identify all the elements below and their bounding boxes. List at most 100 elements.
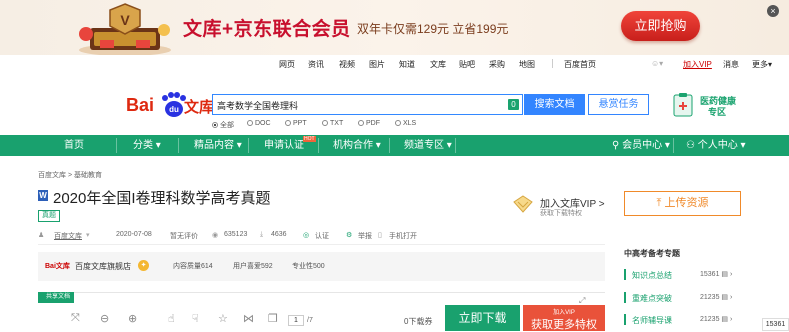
- document-title: 2020年全国I卷理科数学高考真题: [53, 190, 271, 207]
- filter-all[interactable]: 全部: [212, 120, 234, 130]
- radio-icon: [247, 120, 253, 126]
- radio-icon: [212, 122, 218, 128]
- sidebar-item-count: 21235 ▤ ›: [700, 316, 733, 323]
- verified-icon: ◎: [303, 232, 310, 239]
- search-input[interactable]: 高考数学全国卷理科 0: [212, 94, 523, 115]
- fullscreen-icon[interactable]: ⤧: [71, 312, 80, 325]
- sidebar-item-difficulty[interactable]: 重难点突破 21235 ▤ ›: [624, 288, 741, 307]
- nav-link-news[interactable]: 资讯: [308, 59, 324, 70]
- copy-icon[interactable]: ❐: [268, 312, 278, 325]
- join-vip-link[interactable]: 加入VIP: [683, 59, 712, 70]
- dislike-icon[interactable]: ☟: [192, 312, 199, 325]
- sidebar-item-count: 15361 ▤ ›: [700, 271, 733, 278]
- dropdown-icon[interactable]: ▾: [86, 231, 90, 239]
- breadcrumb[interactable]: 百度文库 > 基础教育: [38, 170, 102, 180]
- hot-badge: HOT: [303, 136, 316, 142]
- medal-icon: ✦: [138, 260, 149, 271]
- filter-ppt[interactable]: PPT: [285, 120, 307, 127]
- personal-center[interactable]: ⚇ 个人中心 ▾: [686, 135, 746, 156]
- nav-divider: [455, 138, 456, 153]
- upload-resource-button[interactable]: ⤒ 上传资源: [624, 191, 741, 216]
- nav-divider: [552, 59, 553, 68]
- nav-link-tieba[interactable]: 贴吧: [459, 59, 475, 70]
- view-count: 635123: [224, 231, 248, 238]
- floating-count: 15361: [762, 318, 789, 331]
- sidebar-item-label: 知识点总结: [632, 271, 672, 280]
- zoom-in-icon[interactable]: ⊕: [128, 312, 137, 325]
- health-zone-link[interactable]: 医药健康 专区: [670, 92, 750, 118]
- filter-xls[interactable]: XLS: [395, 120, 416, 127]
- reward-task-button[interactable]: 悬赏任务: [588, 94, 649, 115]
- zoom-out-icon[interactable]: ⊖: [100, 312, 109, 325]
- user-icon[interactable]: ☺▾: [651, 59, 663, 68]
- nav-link-video[interactable]: 视频: [339, 59, 355, 70]
- sidebar-item-count: 21235 ▤ ›: [700, 294, 733, 301]
- sidebar-item-tutoring[interactable]: 名师辅导课 21235 ▤ ›: [624, 310, 741, 329]
- shop-logo: Bai文库: [45, 263, 70, 270]
- nav-link-zhidao[interactable]: 知道: [399, 59, 415, 70]
- nav-premium[interactable]: 精品内容 ▾: [194, 135, 242, 156]
- radio-icon: [358, 120, 364, 126]
- accent-bar: [624, 269, 626, 280]
- nav-institution[interactable]: 机构合作 ▾: [333, 135, 381, 156]
- logo-wenku: 文库: [184, 98, 214, 116]
- filter-pdf[interactable]: PDF: [358, 120, 380, 127]
- nav-link-map[interactable]: 地图: [519, 59, 535, 70]
- nav-link-wenku[interactable]: 文库: [430, 59, 446, 70]
- search-count-badge: 0: [508, 99, 519, 110]
- nav-divider: [318, 138, 319, 153]
- shop-info-bar: Bai文库 百度文库旗舰店 ✦ 内容质量614 用户喜爱592 专业性500: [38, 252, 605, 281]
- nav-home[interactable]: 首页: [64, 135, 84, 156]
- nav-link-purchase[interactable]: 采购: [489, 59, 505, 70]
- top-nav: 网页 资讯 视频 图片 知道 文库 贴吧 采购 地图 百度首页 ☺▾ 加入VIP…: [0, 55, 789, 71]
- radio-icon: [285, 120, 291, 126]
- vip-subtitle: 获取下载特权: [540, 210, 582, 217]
- pin-icon: ⚲: [612, 140, 620, 151]
- mobile-open-link[interactable]: 手机打开: [389, 231, 417, 241]
- search-query: 高考数学全国卷理科: [217, 101, 299, 111]
- buy-now-button[interactable]: 立即抢购: [621, 11, 700, 41]
- report-link[interactable]: 举报: [358, 231, 372, 241]
- verified-label: 认证: [315, 233, 329, 240]
- radio-icon: [322, 120, 328, 126]
- filter-doc[interactable]: DOC: [247, 120, 271, 127]
- accent-bar: [624, 292, 626, 303]
- nav-category[interactable]: 分类 ▾: [133, 135, 161, 156]
- member-center[interactable]: ⚲ 会员中心 ▾: [612, 135, 670, 156]
- upload-icon: ⤒: [656, 197, 662, 209]
- nav-link-image[interactable]: 图片: [369, 59, 385, 70]
- close-icon[interactable]: ×: [767, 5, 779, 17]
- person-icon: ⚇: [686, 140, 695, 151]
- filter-txt[interactable]: TXT: [322, 120, 343, 127]
- nav-divider: [248, 138, 249, 153]
- search-button[interactable]: 搜索文档: [524, 94, 585, 115]
- svg-text:V: V: [120, 12, 130, 28]
- banner-subtitle: 双年卡仅需129元 立省199元: [357, 22, 509, 36]
- uploader-link[interactable]: 百度文库: [54, 231, 82, 241]
- vip-rights-button[interactable]: 加入VIP 获取更多特权: [523, 305, 605, 331]
- sidebar-item-knowledge[interactable]: 知识点总结 15361 ▤ ›: [624, 265, 741, 284]
- uploader-avatar-icon: ♟: [38, 232, 45, 239]
- content-quality: 内容质量614: [173, 263, 213, 270]
- nav-link-homepage[interactable]: 百度首页: [564, 59, 596, 70]
- radio-icon: [395, 120, 401, 126]
- like-icon[interactable]: ☝: [168, 312, 175, 325]
- shop-name[interactable]: 百度文库旗舰店: [75, 261, 131, 272]
- promo-banner[interactable]: V 文库+京东联合会员 双年卡仅需129元 立省199元 立即抢购 ×: [0, 0, 789, 55]
- star-icon[interactable]: ☆: [218, 312, 228, 325]
- download-count: 4636: [271, 231, 287, 238]
- report-icon: ⚙: [346, 232, 353, 239]
- eye-icon: ◉: [212, 232, 219, 239]
- more-link[interactable]: 更多▾: [752, 59, 772, 70]
- nav-channel[interactable]: 频道专区 ▾: [404, 135, 452, 156]
- accent-bar: [624, 314, 626, 325]
- download-now-button[interactable]: 立即下载: [445, 305, 520, 331]
- logo-du: du: [169, 105, 179, 114]
- sidebar-item-label: 名师辅导课: [632, 316, 672, 325]
- messages-link[interactable]: 消息: [723, 59, 739, 70]
- nav-certify[interactable]: 申请认证: [264, 135, 304, 156]
- nav-link-web[interactable]: 网页: [279, 59, 295, 70]
- page-number-input[interactable]: 1: [288, 315, 304, 326]
- share-icon[interactable]: ⋈: [243, 312, 254, 325]
- divider: [38, 244, 605, 245]
